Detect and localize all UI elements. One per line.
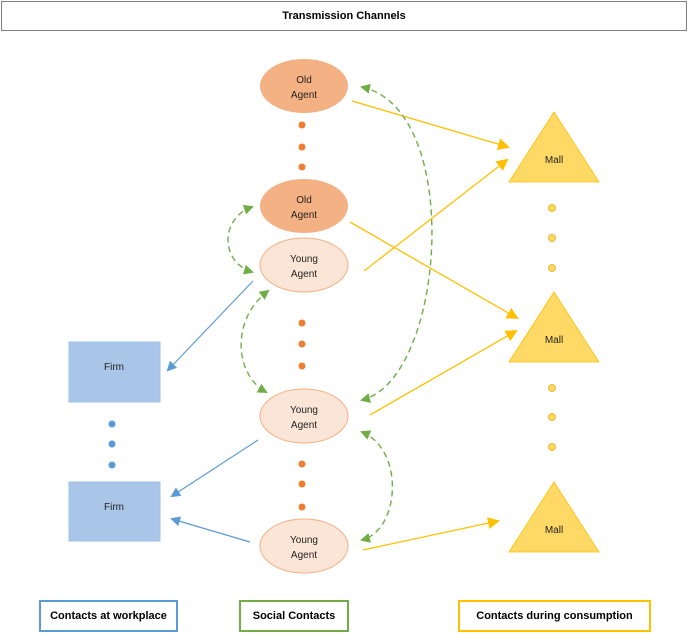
agent-label: Agent [291,420,317,431]
legend-label: Social Contacts [252,610,336,622]
agent-label: Young [290,535,318,546]
agent-young-2: Young Agent [259,388,349,444]
mall-3: Mall [508,481,600,553]
firm-1: Firm [68,341,161,403]
agent-old-1: Old Agent [260,59,348,113]
firm-label: Firm [104,502,124,513]
social-link [227,204,254,275]
workplace-link [166,280,254,372]
consumption-link [363,158,509,272]
legend-label: Contacts at workplace [50,610,167,622]
agent-dots [298,319,306,370]
mall-dots [548,204,556,272]
agent-label: Agent [291,90,317,101]
workplace-links [166,280,259,543]
agent-label: Old [296,195,312,206]
consumption-link [349,221,519,319]
workplace-link [170,516,251,543]
mall-1: Mall [508,111,600,183]
agent-young-3: Young Agent [259,518,349,574]
agent-young-1: Young Agent [259,237,349,293]
firm-label: Firm [104,362,124,373]
mall-label: Mall [545,335,563,346]
consumption-link [351,100,510,150]
firm-2: Firm [68,481,161,542]
social-link [360,430,394,543]
social-link [240,289,270,393]
legend-consumption: Contacts during consumption [458,600,651,632]
consumption-link [369,330,518,416]
agent-label: Agent [291,269,317,280]
agent-label: Young [290,405,318,416]
workplace-link [170,439,259,498]
agent-label: Young [290,254,318,265]
agent-dots [298,460,306,511]
agent-label: Agent [291,550,317,561]
mall-dots [548,384,556,451]
consumption-links [349,100,519,551]
consumption-link [362,517,500,551]
social-link [360,83,433,403]
legend-social: Social Contacts [239,600,349,632]
agent-label: Old [296,75,312,86]
legend-workplace: Contacts at workplace [39,600,178,632]
transmission-diagram: Old Agent Old Agent Young Agent Young Ag… [68,59,600,574]
agent-dots [298,121,306,171]
mall-2: Mall [508,291,600,363]
firm-dots [108,420,116,469]
legend-label: Contacts during consumption [476,610,633,622]
agent-old-2: Old Agent [260,179,348,233]
social-links [227,83,433,543]
mall-label: Mall [545,155,563,166]
mall-label: Mall [545,525,563,536]
agent-label: Agent [291,210,317,221]
